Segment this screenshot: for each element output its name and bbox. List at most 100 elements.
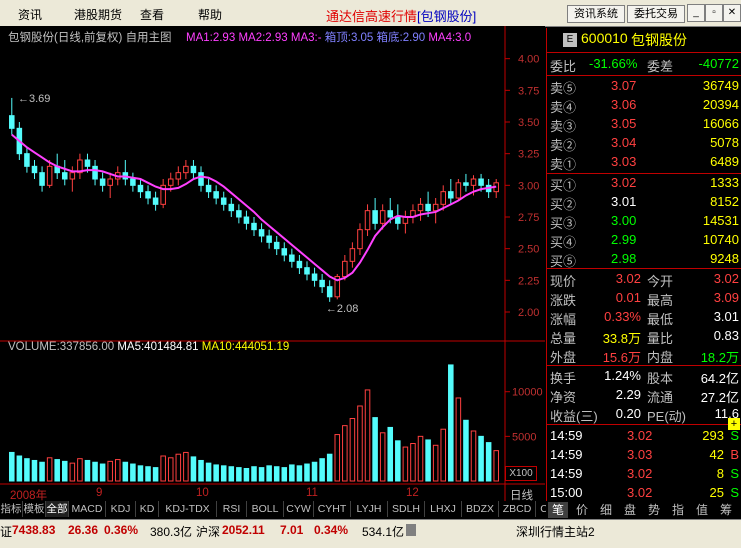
- price-tick-label: 3.50: [518, 117, 539, 129]
- weibi-label: 委比: [550, 59, 577, 74]
- candle-body: [152, 197, 159, 205]
- close-icon[interactable]: ✕: [723, 4, 741, 22]
- indicator-tab-macd[interactable]: MACD: [69, 501, 106, 517]
- volume-bar: [326, 453, 333, 482]
- minimize-icon[interactable]: _: [687, 4, 705, 22]
- stat-value: 0.83: [713, 328, 739, 343]
- indicator-tab-rsi[interactable]: RSI: [217, 501, 247, 517]
- candle-body: [198, 172, 204, 186]
- kline-chart[interactable]: ←3.69 ←2.08 4.00 3.75 3.50 3.25 3.00 2.75 2.50 2…: [0, 26, 545, 501]
- indicator-tab-lyjh[interactable]: LYJH: [351, 501, 388, 517]
- volume-bar: [493, 450, 499, 482]
- trade-button[interactable]: 委托交易: [627, 5, 685, 23]
- stat-value: 3.01: [713, 309, 739, 324]
- high-price-label: ←3.69: [18, 93, 50, 105]
- volume-bar: [92, 461, 98, 482]
- menu-hk-futures[interactable]: 港股期货: [74, 6, 122, 23]
- volume-bar: [387, 426, 394, 482]
- menu-news[interactable]: 资讯: [18, 6, 42, 23]
- indicator-tab-lhxj[interactable]: LHXJ: [425, 501, 462, 517]
- detail-tab-1[interactable]: 价: [572, 502, 592, 518]
- price-tick-label: 3.00: [518, 180, 539, 192]
- tick-volume: 8: [716, 466, 724, 481]
- quote-panel: E 600010 包钢股份 委比 -31.66% 委差 -40772 卖⑤ 3.0…: [546, 28, 741, 501]
- menu-bar: 资讯 港股期货 查看 帮助 通达信高速行情[包钢股份] 资讯系统 委托交易 _ …: [0, 0, 741, 27]
- indicator-tab-cyht[interactable]: CYHT: [314, 501, 351, 517]
- index2-label: 沪深: [196, 525, 221, 539]
- tick-side: S: [730, 428, 739, 443]
- buy-order-row[interactable]: 买① 3.02 1333: [547, 175, 741, 193]
- sell-order-row[interactable]: 卖② 3.04 5078: [547, 135, 741, 153]
- stat-value: 3.09: [713, 290, 739, 305]
- order-label: 卖①: [550, 157, 577, 172]
- tick-time: 15:00: [550, 485, 583, 500]
- sell-order-row[interactable]: 卖③ 3.05 16066: [547, 116, 741, 134]
- volume-bar: [31, 459, 38, 482]
- candle-body: [364, 210, 371, 231]
- stat-label: 现价: [550, 274, 577, 289]
- stat-value: 27.2亿: [700, 390, 739, 405]
- detail-tab-7[interactable]: 筹: [716, 502, 736, 518]
- stat-label: PE(动): [647, 409, 687, 424]
- volume-bar: [39, 461, 45, 482]
- menu-view[interactable]: 查看: [140, 6, 164, 23]
- indicator-tab-sdlh[interactable]: SDLH: [388, 501, 425, 517]
- candle-body: [258, 229, 265, 237]
- server-name[interactable]: 深圳行情主站2: [516, 523, 595, 540]
- volume-bar: [220, 465, 227, 482]
- sell-order-row[interactable]: 卖④ 3.06 20394: [547, 97, 741, 115]
- candle-body: [455, 182, 462, 199]
- indicator-tab-指标[interactable]: 指标: [0, 501, 23, 517]
- weibi-row: 委比 -31.66% 委差 -40772: [547, 56, 741, 74]
- volume-bar: [130, 463, 136, 482]
- buy-order-row[interactable]: 买④ 2.99 10740: [547, 232, 741, 250]
- news-system-button[interactable]: 资讯系统: [567, 5, 625, 23]
- divider: [547, 173, 741, 174]
- buy-order-row[interactable]: 买② 3.01 8152: [547, 194, 741, 212]
- stat-label: 收益(三): [550, 409, 598, 424]
- indicator-tab-zbcd[interactable]: ZBCD: [499, 501, 536, 517]
- indicator-tab-bdzx[interactable]: BDZX: [462, 501, 499, 517]
- stat-value: 33.8万: [602, 331, 641, 346]
- indicator-tab-kdj[interactable]: KDJ: [106, 501, 136, 517]
- stock-name: 包钢股份: [631, 32, 687, 48]
- sell-order-row[interactable]: 卖⑤ 3.07 36749: [547, 78, 741, 96]
- indicator-tab-模板[interactable]: 模板: [23, 501, 46, 517]
- detail-tab-6[interactable]: 值: [692, 502, 712, 518]
- volume-bar: [198, 459, 204, 482]
- candle-body: [289, 254, 295, 262]
- indicator-ma1: MA1:2.93: [186, 32, 236, 44]
- buy-order-row[interactable]: 买⑤ 2.98 9248: [547, 251, 741, 269]
- stat-label: 涨幅: [550, 312, 577, 327]
- detail-tab-5[interactable]: 指: [668, 502, 688, 518]
- restore-icon[interactable]: ▫: [705, 4, 723, 22]
- divider: [547, 52, 741, 53]
- indicator-tab-kdj-tdx[interactable]: KDJ-TDX: [159, 501, 217, 517]
- detail-tab-3[interactable]: 盘: [620, 502, 640, 518]
- indicator-tab-kd[interactable]: KD: [136, 501, 159, 517]
- x-label-11: 11: [306, 487, 318, 499]
- candle-body: [99, 178, 106, 186]
- add-icon[interactable]: +: [728, 418, 740, 430]
- detail-tab-0[interactable]: 笔: [548, 502, 568, 518]
- menu-help[interactable]: 帮助: [198, 6, 222, 23]
- sell-order-row[interactable]: 卖① 3.03 6489: [547, 154, 741, 172]
- volume-bar: [228, 466, 235, 482]
- stat-value: 1.24%: [604, 368, 641, 383]
- buy-order-row[interactable]: 买③ 3.00 14531: [547, 213, 741, 231]
- detail-tab-4[interactable]: 势: [644, 502, 664, 518]
- indicator-tab-全部[interactable]: 全部: [46, 501, 69, 517]
- volume-tick-label: 5000: [512, 431, 536, 443]
- index1-change: 26.36: [68, 523, 99, 537]
- detail-tab-2[interactable]: 细: [596, 502, 616, 518]
- stat-value: 15.6万: [602, 350, 641, 365]
- indicator-tab-boll[interactable]: BOLL: [247, 501, 284, 517]
- candle-body: [251, 222, 257, 231]
- indicator-tab-cyw[interactable]: CYW: [284, 501, 314, 517]
- candle-body: [130, 178, 136, 186]
- tick-volume: 42: [709, 447, 724, 462]
- volume-bar: [69, 462, 76, 482]
- order-label: 买③: [550, 216, 577, 231]
- stat-label: 股本: [647, 371, 674, 386]
- volume-bar: [46, 457, 53, 482]
